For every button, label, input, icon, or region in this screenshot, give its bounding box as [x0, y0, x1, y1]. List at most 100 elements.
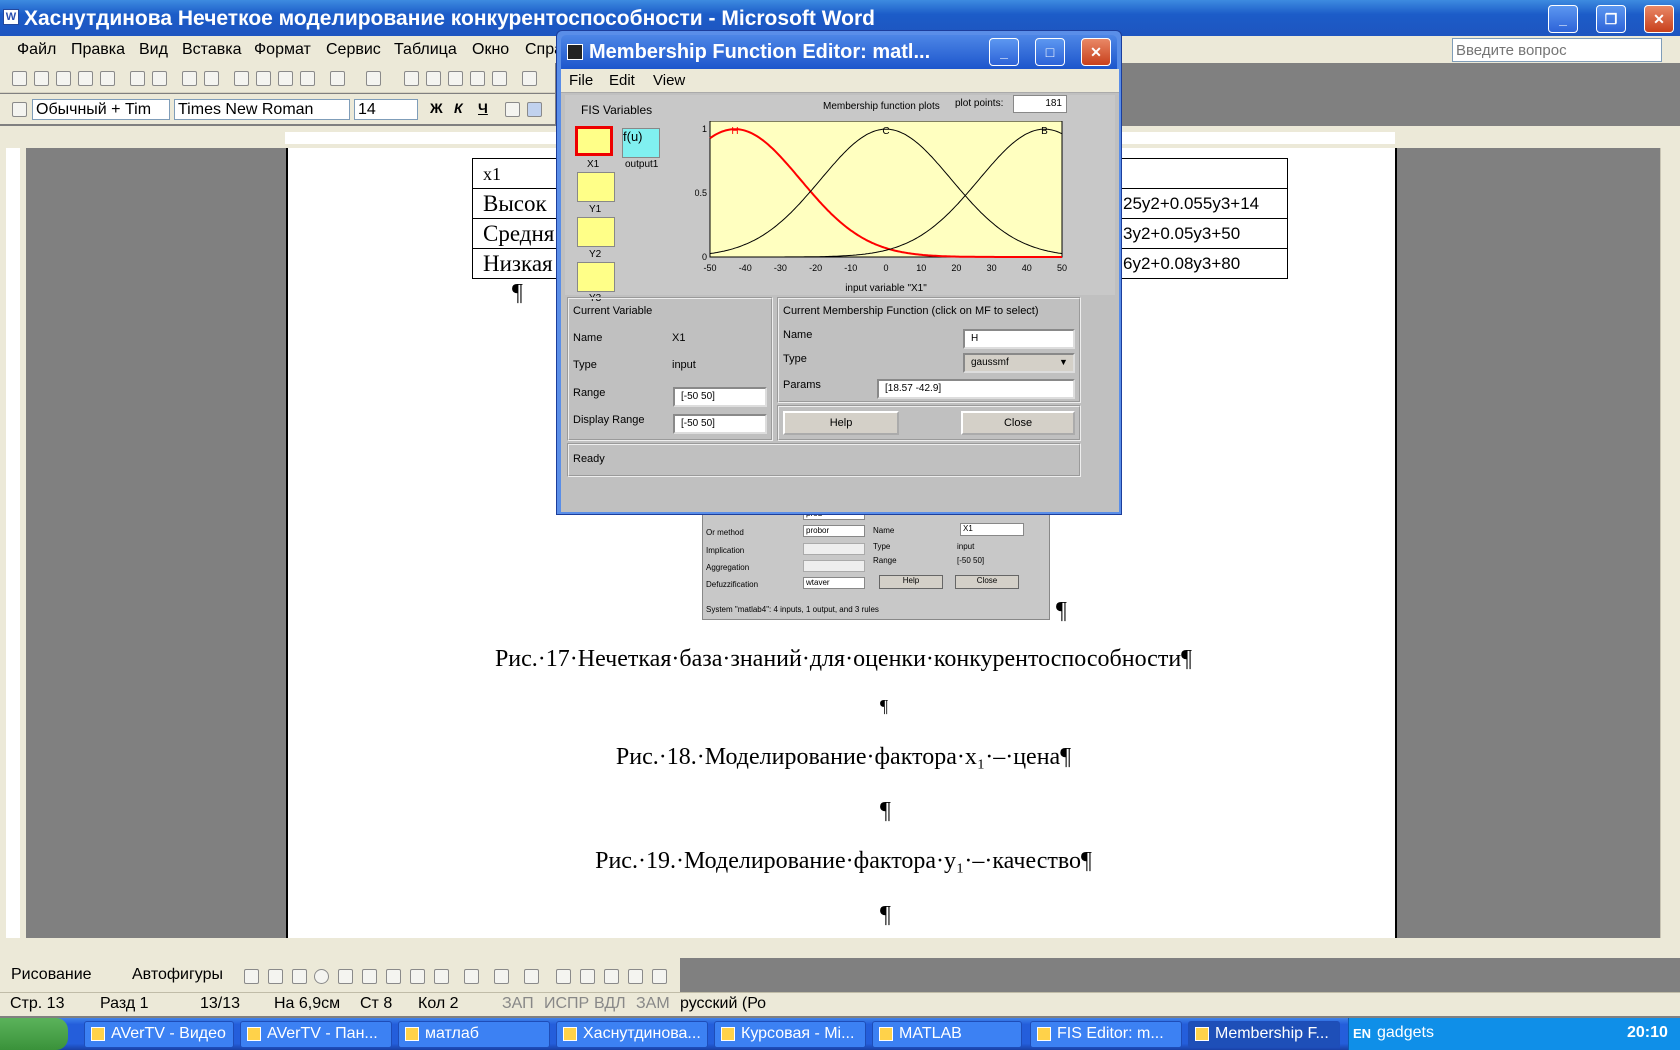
fis-var-y3[interactable] — [577, 262, 615, 292]
menu-insert[interactable]: Вставка — [182, 41, 241, 59]
mf-plot[interactable]: -50 -40 -30 -20 -10 0 10 20 30 40 50 0 0.5 1 H C B inpu… — [695, 121, 1115, 295]
style-select[interactable]: Обычный + Tim — [32, 99, 170, 120]
language-indicator[interactable]: EN — [1353, 1026, 1371, 1041]
table-cell[interactable] — [1118, 158, 1288, 189]
hyperlink-icon[interactable] — [404, 71, 419, 86]
taskbar-item[interactable]: FIS Editor: m... — [1030, 1021, 1182, 1048]
spelling-icon[interactable] — [182, 71, 197, 86]
mf-name-input[interactable]: H — [963, 329, 1075, 349]
line-color-icon[interactable] — [494, 969, 509, 984]
table-cell[interactable]: 25y2+0.055y3+14 — [1118, 188, 1288, 219]
arrow-style-icon[interactable] — [604, 969, 619, 984]
close-button[interactable]: ✕ — [1644, 5, 1674, 33]
menu-view[interactable]: Вид — [139, 41, 168, 59]
gadgets-label[interactable]: gadgets — [1377, 1024, 1434, 1042]
menu-file[interactable]: Файл — [17, 41, 56, 59]
paste-icon[interactable] — [278, 71, 293, 86]
mf-label[interactable]: H — [731, 126, 738, 137]
close-dialog-button[interactable]: Close — [961, 411, 1075, 435]
line-icon[interactable] — [244, 969, 259, 984]
open-icon[interactable] — [34, 71, 49, 86]
fis-var-y1[interactable] — [577, 172, 615, 202]
status-ext[interactable]: ВДЛ — [594, 995, 626, 1013]
fis-output-box[interactable]: f(u) — [622, 128, 660, 158]
cut-icon[interactable] — [234, 71, 249, 86]
oval-icon[interactable] — [314, 969, 329, 984]
font-color-icon[interactable] — [524, 969, 539, 984]
restore-button[interactable]: ❐ — [1596, 5, 1626, 33]
plot-points-input[interactable]: 181 — [1013, 95, 1067, 113]
params-input[interactable]: [18.57 -42.9] — [877, 379, 1075, 399]
status-ovr[interactable]: ЗАМ — [636, 995, 670, 1013]
range-input[interactable]: [-50 50] — [673, 387, 767, 407]
autoshapes-button[interactable]: Автофигуры — [132, 966, 223, 984]
table-cell[interactable]: 3y2+0.05y3+50 — [1118, 218, 1288, 249]
columns-icon[interactable] — [492, 71, 507, 86]
email-icon[interactable] — [100, 71, 115, 86]
taskbar-item[interactable]: AVerTV - Пан... — [240, 1021, 392, 1048]
shadow-icon[interactable] — [628, 969, 643, 984]
italic-button[interactable]: К — [454, 100, 463, 116]
draw-menu-button[interactable]: Рисование — [11, 966, 92, 984]
font-size-select[interactable]: 14 — [354, 99, 418, 120]
research-icon[interactable] — [204, 71, 219, 86]
diagram-icon[interactable] — [386, 969, 401, 984]
menu-edit[interactable]: Правка — [71, 41, 125, 59]
rectangle-icon[interactable] — [292, 969, 307, 984]
bold-button[interactable]: Ж — [430, 100, 443, 116]
taskbar-item[interactable]: AVerTV - Видео — [84, 1021, 234, 1048]
tables-borders-icon[interactable] — [426, 71, 441, 86]
horizontal-scrollbar[interactable] — [0, 938, 1680, 958]
undo-icon[interactable] — [330, 71, 345, 86]
chevron-down-icon[interactable]: ▼ — [1059, 357, 1068, 367]
figure-caption[interactable]: Рис.·17·Нечеткая·база·знаний·для·оценки·… — [288, 646, 1399, 673]
line-style-icon[interactable] — [556, 969, 571, 984]
align-left-icon[interactable] — [505, 102, 520, 117]
underline-button[interactable]: Ч — [478, 100, 488, 116]
clock[interactable]: 20:10 — [1627, 1024, 1668, 1042]
permission-icon[interactable] — [78, 71, 93, 86]
mfe-minimize-button[interactable]: _ — [989, 38, 1019, 66]
fis-editor-screenshot[interactable]: Or method probor prod Implication Aggreg… — [702, 505, 1050, 620]
dash-style-icon[interactable] — [580, 969, 595, 984]
align-center-icon[interactable] — [527, 102, 542, 117]
print-preview-icon[interactable] — [152, 71, 167, 86]
menu-tools[interactable]: Сервис — [326, 41, 381, 59]
mfe-menu-view[interactable]: View — [653, 72, 685, 89]
membership-function-editor-window[interactable]: Membership Function Editor: matl... _ □ … — [556, 30, 1122, 515]
copy-icon[interactable] — [256, 71, 271, 86]
format-painter-icon[interactable] — [300, 71, 315, 86]
3d-icon[interactable] — [652, 969, 667, 984]
taskbar-item[interactable]: матлаб — [398, 1021, 550, 1048]
mf-label[interactable]: B — [1041, 126, 1048, 137]
fis-var-x1[interactable] — [575, 126, 613, 156]
figure-caption[interactable]: Рис.·19.·Моделирование·фактора·y₁·–·каче… — [288, 848, 1399, 875]
font-select[interactable]: Times New Roman — [174, 99, 350, 120]
insert-excel-icon[interactable] — [470, 71, 485, 86]
mfe-maximize-button[interactable]: □ — [1035, 38, 1065, 66]
mf-label[interactable]: C — [882, 126, 889, 137]
fis-var-y2[interactable] — [577, 217, 615, 247]
wordart-icon[interactable] — [362, 969, 377, 984]
taskbar-item[interactable]: MATLAB — [872, 1021, 1022, 1048]
taskbar-item[interactable]: Курсовая - Mi... — [714, 1021, 866, 1048]
table-cell[interactable]: 6y2+0.08y3+80 — [1118, 248, 1288, 279]
mfe-title-bar[interactable]: Membership Function Editor: matl... _ □ … — [561, 35, 1117, 69]
status-trk[interactable]: ИСПР — [544, 995, 589, 1013]
new-icon[interactable] — [12, 71, 27, 86]
menu-format[interactable]: Формат — [254, 41, 311, 59]
textbox-icon[interactable] — [338, 969, 353, 984]
mfe-menu-file[interactable]: File — [569, 72, 593, 89]
mfe-close-button[interactable]: ✕ — [1081, 38, 1111, 66]
mfe-menu-edit[interactable]: Edit — [609, 72, 635, 89]
help-button[interactable]: Help — [783, 411, 899, 435]
redo-icon[interactable] — [366, 71, 381, 86]
start-button[interactable] — [0, 1018, 68, 1050]
menu-window[interactable]: Окно — [472, 41, 509, 59]
drawing-icon[interactable] — [522, 71, 537, 86]
minimize-button[interactable]: _ — [1548, 5, 1578, 33]
menu-table[interactable]: Таблица — [394, 41, 457, 59]
picture-icon[interactable] — [434, 969, 449, 984]
print-icon[interactable] — [130, 71, 145, 86]
taskbar-item[interactable]: Хаснутдинова... — [556, 1021, 708, 1048]
